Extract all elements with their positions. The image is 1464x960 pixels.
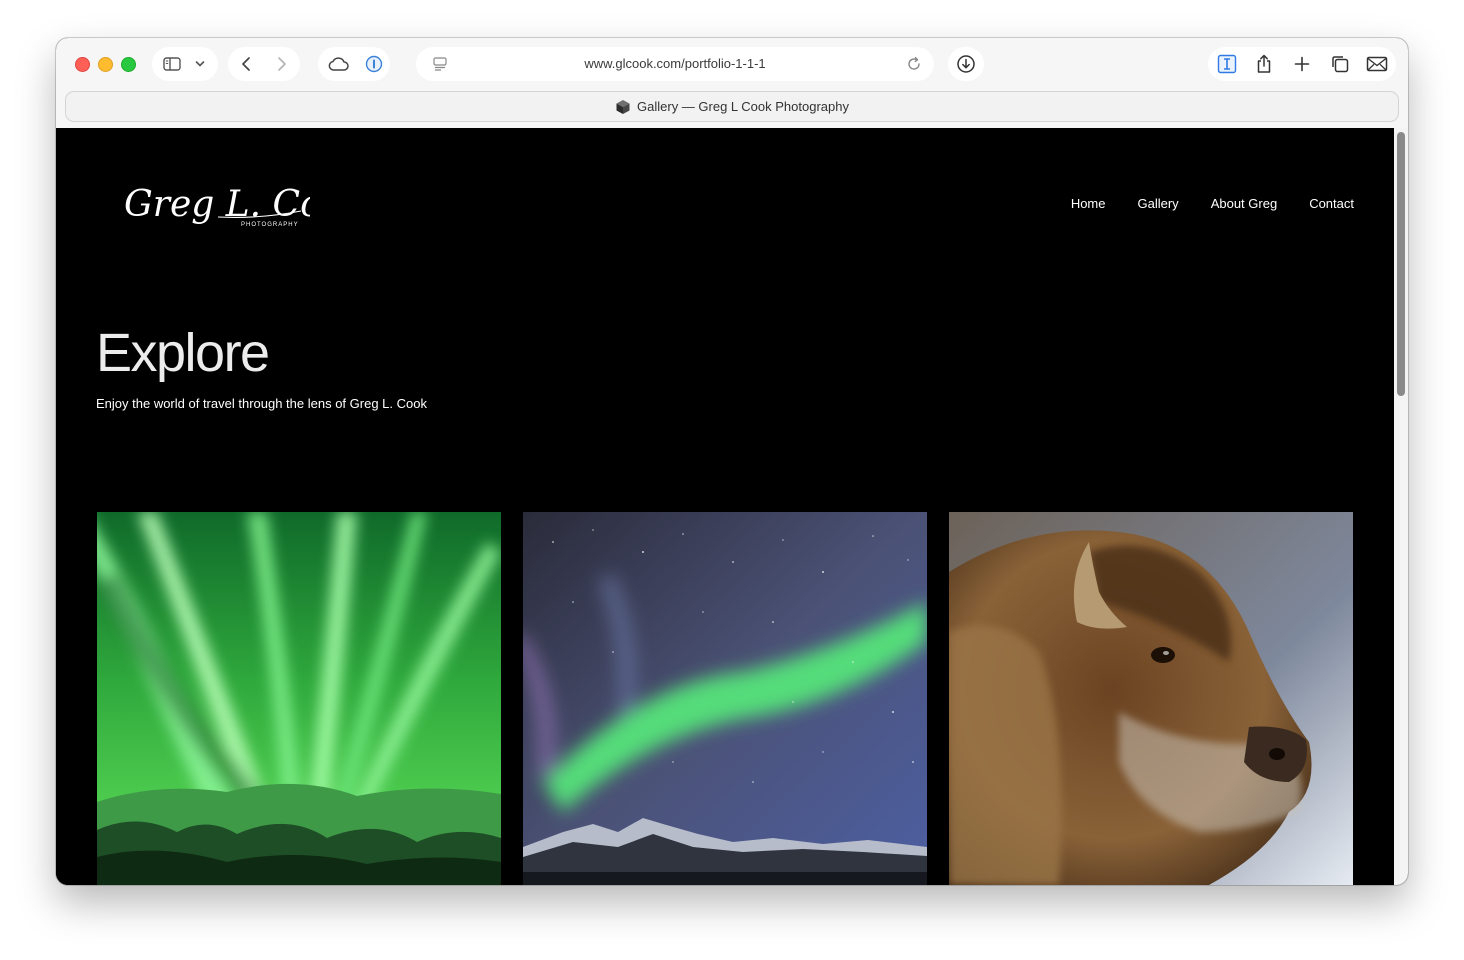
url-text: www.glcook.com/portfolio-1-1-1 [584, 56, 766, 71]
downloads-button[interactable] [948, 47, 984, 81]
nav-home[interactable]: Home [1071, 196, 1106, 211]
logo-subtext: PHOTOGRAPHY [241, 222, 299, 228]
sidebar-toggle-group [152, 47, 218, 81]
scrollbar-thumb[interactable] [1397, 132, 1405, 396]
browser-window: www.glcook.com/portfolio-1-1-1 Gallery —… [56, 38, 1408, 885]
page-scrollbar[interactable] [1394, 128, 1408, 885]
text-cursor-extension-icon[interactable] [1213, 50, 1241, 78]
extensions-group [318, 47, 390, 81]
mail-icon[interactable] [1363, 50, 1391, 78]
aurora-photo [97, 512, 501, 885]
download-icon [952, 50, 980, 78]
tab-title: Gallery — Greg L Cook Photography [637, 99, 849, 114]
site-logo[interactable]: Greg L. Cook PHOTOGRAPHY [120, 166, 365, 241]
tab-gallery[interactable]: Gallery — Greg L Cook Photography [65, 91, 1399, 122]
browser-toolbar: www.glcook.com/portfolio-1-1-1 Gallery —… [56, 38, 1408, 129]
cube-favicon-icon [615, 99, 631, 115]
logo-signature: Greg L. Cook [124, 184, 310, 225]
main-nav: Home Gallery About Greg Contact [1071, 196, 1354, 211]
hero-title: Explore [96, 323, 270, 383]
gallery-tile-aurora-green[interactable] [97, 512, 501, 885]
gallery-tile-aurora-mountains[interactable] [523, 512, 927, 885]
chevron-down-icon[interactable] [186, 50, 214, 78]
reload-icon[interactable] [900, 50, 928, 78]
toolbar-actions-group [1208, 47, 1396, 81]
nav-contact[interactable]: Contact [1309, 196, 1354, 211]
tab-overview-icon[interactable] [1326, 50, 1354, 78]
history-nav-group [228, 47, 300, 81]
share-icon[interactable] [1250, 50, 1278, 78]
aurora-mountain-photo [523, 512, 927, 885]
hero-subtitle: Enjoy the world of travel through the le… [96, 396, 427, 411]
zoom-window-button[interactable] [121, 57, 136, 72]
nav-gallery[interactable]: Gallery [1138, 196, 1179, 211]
bison-photo [949, 512, 1353, 885]
address-bar[interactable]: www.glcook.com/portfolio-1-1-1 [416, 47, 934, 81]
forward-arrow-icon[interactable] [268, 50, 296, 78]
back-arrow-icon[interactable] [232, 50, 260, 78]
new-tab-plus-icon[interactable] [1288, 50, 1316, 78]
icloud-icon[interactable] [324, 50, 352, 78]
password-manager-icon[interactable] [360, 50, 388, 78]
gallery-tile-bison[interactable] [949, 512, 1353, 885]
nav-about-greg[interactable]: About Greg [1211, 196, 1278, 211]
close-window-button[interactable] [75, 57, 90, 72]
sidebar-icon[interactable] [158, 50, 186, 78]
minimize-window-button[interactable] [98, 57, 113, 72]
page-content: Greg L. Cook PHOTOGRAPHY Home Gallery Ab… [56, 128, 1394, 885]
